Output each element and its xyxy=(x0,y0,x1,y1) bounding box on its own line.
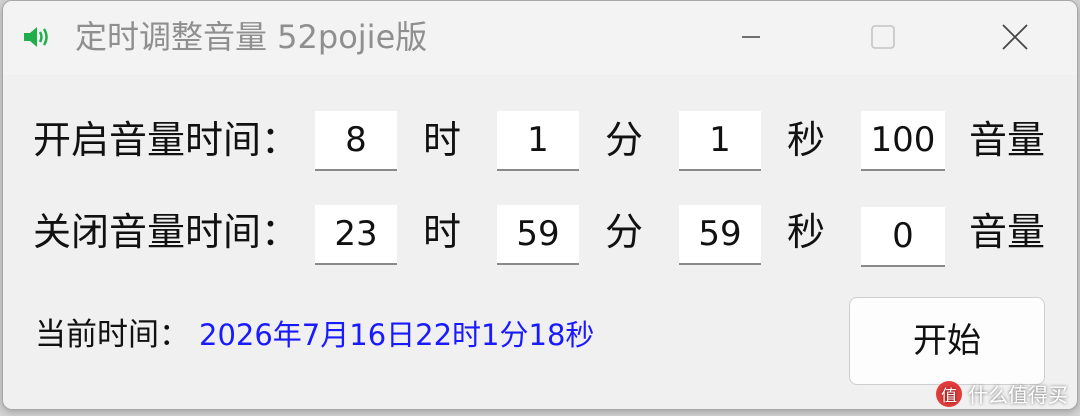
close-volume-unit: 音量 xyxy=(969,210,1046,254)
watermark-logo-icon: 值 xyxy=(936,380,962,407)
open-minute-unit: 分 xyxy=(605,118,644,162)
close-icon xyxy=(1002,24,1028,50)
open-second-input[interactable]: 1 xyxy=(679,111,761,171)
watermark: 值 什么值得买 xyxy=(936,379,1068,408)
current-time-label: 当前时间： xyxy=(35,317,190,353)
open-minute-input[interactable]: 1 xyxy=(497,111,579,171)
app-window: 定时调整音量 52pojie版 开启音量时间： 8 时 1 分 1 秒 100 … xyxy=(2,0,1078,410)
speaker-icon xyxy=(24,27,48,47)
open-volume-input[interactable]: 100 xyxy=(861,111,945,171)
close-minute-unit: 分 xyxy=(605,210,644,254)
close-volume-time-label: 关闭音量时间： xyxy=(33,210,300,254)
close-hour-unit: 时 xyxy=(423,210,462,254)
open-second-unit: 秒 xyxy=(787,118,826,162)
minimize-icon xyxy=(742,36,760,38)
close-second-input[interactable]: 59 xyxy=(679,205,761,265)
maximize-icon xyxy=(871,25,895,49)
title-bar[interactable]: 定时调整音量 52pojie版 xyxy=(3,1,1077,75)
open-volume-time-label: 开启音量时间： xyxy=(33,118,300,162)
window-title: 定时调整音量 52pojie版 xyxy=(75,18,428,56)
desktop-background: 定时调整音量 52pojie版 开启音量时间： 8 时 1 分 1 秒 100 … xyxy=(0,0,1080,416)
open-hour-unit: 时 xyxy=(423,118,462,162)
open-volume-unit: 音量 xyxy=(969,118,1046,162)
watermark-text: 什么值得买 xyxy=(968,383,1068,407)
minimize-button[interactable] xyxy=(721,11,781,63)
current-time-value: 2026年7月16日22时1分18秒 xyxy=(199,318,595,352)
maximize-button[interactable] xyxy=(853,11,913,63)
start-button[interactable]: 开始 xyxy=(849,297,1045,385)
close-volume-input[interactable]: 0 xyxy=(861,207,945,267)
close-minute-input[interactable]: 59 xyxy=(497,205,579,265)
close-hour-input[interactable]: 23 xyxy=(315,205,397,265)
close-button[interactable] xyxy=(985,11,1045,63)
close-second-unit: 秒 xyxy=(787,210,826,254)
open-hour-input[interactable]: 8 xyxy=(315,111,397,171)
